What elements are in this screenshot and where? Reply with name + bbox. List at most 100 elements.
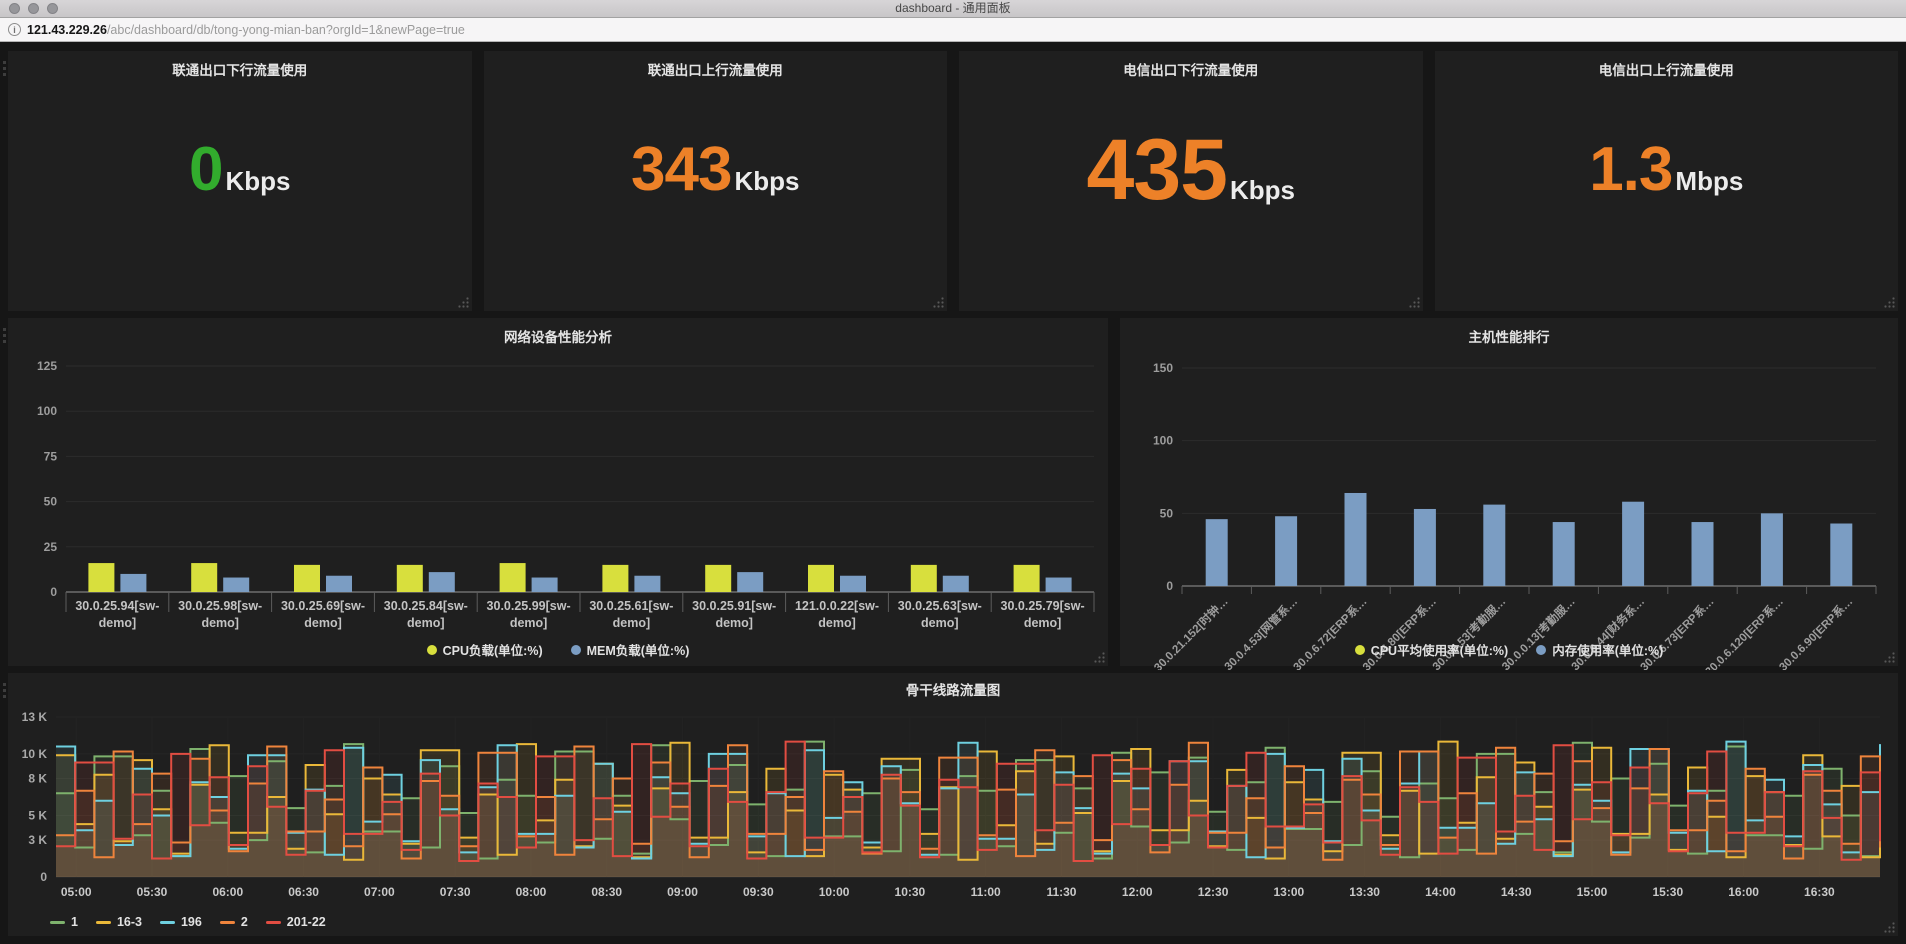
x-axis-label: 30.0.25.94[sw-demo]: [75, 599, 159, 630]
x-axis-label: 12:30: [1198, 885, 1229, 899]
y-axis-label: 10 K: [22, 747, 48, 761]
bar: [808, 565, 834, 592]
legend-item[interactable]: CPU负载(单位:%): [427, 640, 543, 659]
y-axis-label: 50: [1160, 506, 1174, 520]
row-handle[interactable]: [3, 683, 6, 698]
host-performance-panel: 主机性能排行 05010015030.0.21.152[时钟…30.0.4.53…: [1120, 318, 1898, 666]
bottom-row: 骨干线路流量图 03 K5 K8 K10 K13 K05:0005:3006:0…: [8, 673, 1898, 936]
bar: [1483, 505, 1505, 586]
bar: [1275, 516, 1297, 586]
panel-resize-handle[interactable]: [1883, 921, 1895, 933]
x-axis-label: 30.0.25.69[sw-demo]: [281, 599, 365, 630]
legend-item[interactable]: MEM负载(单位:%): [571, 640, 690, 659]
x-axis-label: 121.0.0.22[sw-demo]: [795, 599, 879, 630]
panel-title[interactable]: 骨干线路流量图: [8, 673, 1898, 697]
legend-swatch-icon: [220, 921, 235, 924]
x-axis-label: 12:00: [1122, 885, 1153, 899]
panel-resize-handle[interactable]: [1093, 651, 1105, 663]
bar: [602, 565, 628, 592]
legend-label: MEM负载(单位:%): [587, 640, 690, 659]
bar: [294, 565, 320, 592]
info-icon[interactable]: i: [8, 23, 21, 36]
legend-label: 1: [71, 915, 78, 929]
legend-label: 196: [181, 915, 202, 929]
stat-value: 1.3: [1589, 139, 1672, 201]
panel-title[interactable]: 联通出口下行流量使用: [8, 51, 472, 81]
bar: [943, 576, 969, 592]
legend-item[interactable]: 196: [160, 915, 202, 929]
zoom-button[interactable]: [47, 3, 58, 14]
chart-legend: CPU平均使用率(单位:%) 内存使用率(单位:%): [1120, 640, 1898, 659]
legend-swatch-icon: [50, 921, 65, 924]
bar: [737, 572, 763, 592]
legend-item[interactable]: 1: [50, 915, 78, 929]
stat-value-area: 0Kbps: [8, 81, 472, 311]
bar: [1553, 522, 1575, 586]
panel-resize-handle[interactable]: [457, 296, 469, 308]
minimize-button[interactable]: [28, 3, 39, 14]
y-axis-label: 0: [1166, 579, 1173, 593]
stat-unit: Kbps: [1230, 175, 1295, 206]
stat-value: 343: [631, 139, 731, 201]
x-axis-label: 07:00: [364, 885, 395, 899]
legend-item[interactable]: 2: [220, 915, 248, 929]
host-performance-chart: 05010015030.0.21.152[时钟…30.0.4.53[网管系…30…: [1120, 348, 1898, 670]
legend-item[interactable]: 内存使用率(单位:%): [1536, 640, 1663, 659]
bar: [88, 563, 114, 592]
bar: [1414, 509, 1436, 586]
stat-unit: Kbps: [225, 166, 290, 197]
bar: [911, 565, 937, 592]
panel-title[interactable]: 网络设备性能分析: [8, 318, 1108, 348]
backbone-traffic-chart: 03 K5 K8 K10 K13 K05:0005:3006:0006:3007…: [8, 697, 1898, 907]
x-axis-label: 15:00: [1577, 885, 1608, 899]
row-handle[interactable]: [3, 61, 6, 76]
x-axis-label: 30.0.25.98[sw-demo]: [178, 599, 262, 630]
chart-legend: 1 16-3 196 2 201-22: [8, 915, 1898, 929]
x-axis-label: 16:00: [1728, 885, 1759, 899]
x-axis-label: 09:00: [667, 885, 698, 899]
titlebar: dashboard - 通用面板: [0, 0, 1906, 18]
stat-value: 435: [1087, 127, 1228, 213]
x-axis-label: 13:30: [1349, 885, 1380, 899]
bar: [1830, 524, 1852, 586]
stat-panel-telecom-down: 电信出口下行流量使用 435Kbps: [959, 51, 1423, 311]
url-bar[interactable]: i 121.43.229.26/abc/dashboard/db/tong-yo…: [0, 18, 1906, 42]
panel-resize-handle[interactable]: [932, 296, 944, 308]
panel-resize-handle[interactable]: [1408, 296, 1420, 308]
stat-panel-unicom-down: 联通出口下行流量使用 0Kbps: [8, 51, 472, 311]
legend-item[interactable]: 201-22: [266, 915, 326, 929]
x-axis-label: 09:30: [743, 885, 774, 899]
y-axis-label: 13 K: [22, 710, 48, 724]
stat-value: 0: [189, 139, 222, 201]
bar: [326, 576, 352, 592]
browser-window: dashboard - 通用面板 i 121.43.229.26/abc/das…: [0, 0, 1906, 936]
y-axis-label: 5 K: [28, 808, 47, 822]
bar: [532, 578, 558, 592]
panel-resize-handle[interactable]: [1883, 296, 1895, 308]
close-button[interactable]: [9, 3, 20, 14]
bar: [1014, 565, 1040, 592]
legend-swatch-icon: [266, 921, 281, 924]
panel-title[interactable]: 电信出口上行流量使用: [1435, 51, 1899, 81]
legend-item[interactable]: 16-3: [96, 915, 142, 929]
x-axis-label: 14:30: [1501, 885, 1532, 899]
x-axis-label: 05:30: [137, 885, 168, 899]
panel-title[interactable]: 联通出口上行流量使用: [484, 51, 948, 81]
stat-value-area: 343Kbps: [484, 81, 948, 311]
panel-title[interactable]: 主机性能排行: [1120, 318, 1898, 348]
row-handle[interactable]: [3, 328, 6, 343]
panel-resize-handle[interactable]: [1883, 651, 1895, 663]
y-axis-label: 0: [40, 870, 47, 884]
legend-item[interactable]: CPU平均使用率(单位:%): [1355, 640, 1509, 659]
bar: [1046, 578, 1072, 592]
x-axis-label: 30.0.25.84[sw-demo]: [384, 599, 468, 630]
bar: [634, 576, 660, 592]
bar: [223, 578, 249, 592]
bar: [1345, 493, 1367, 586]
x-axis-label: 07:30: [440, 885, 471, 899]
url-text[interactable]: 121.43.229.26/abc/dashboard/db/tong-yong…: [27, 23, 465, 37]
x-axis-label: 06:30: [288, 885, 319, 899]
x-axis-label: 30.0.25.99[sw-demo]: [487, 599, 571, 630]
bar: [705, 565, 731, 592]
panel-title[interactable]: 电信出口下行流量使用: [959, 51, 1423, 81]
